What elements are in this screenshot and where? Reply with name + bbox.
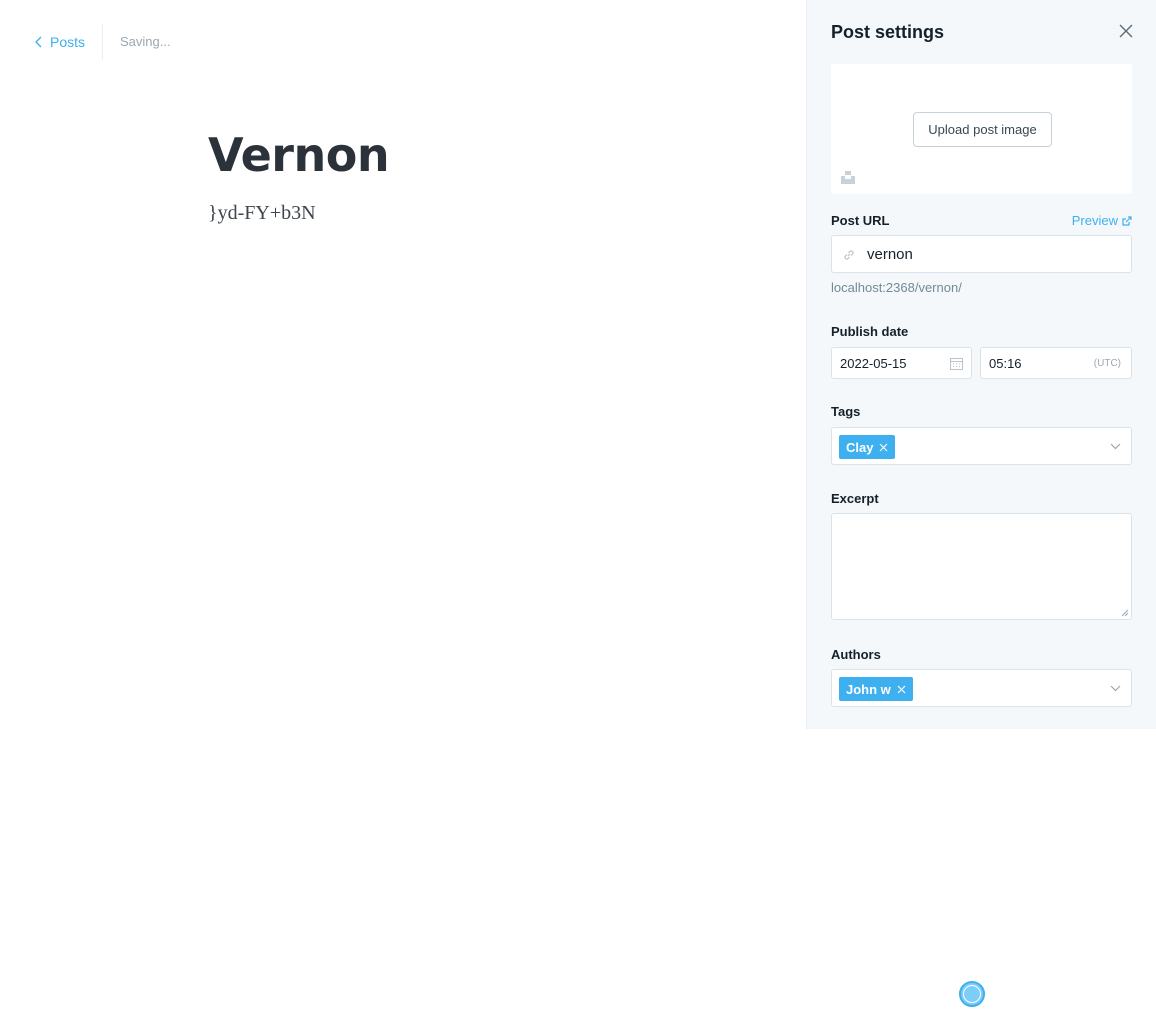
header-divider bbox=[102, 24, 103, 60]
tags-label: Tags bbox=[831, 404, 861, 419]
author-chip[interactable]: John w bbox=[839, 677, 913, 701]
publish-time-value: 05:16 bbox=[989, 356, 1022, 371]
authors-label: Authors bbox=[831, 647, 881, 662]
remove-chip-icon[interactable] bbox=[879, 443, 888, 452]
settings-title: Post settings bbox=[831, 22, 945, 42]
excerpt-label: Excerpt bbox=[831, 491, 879, 506]
back-link-label: Posts bbox=[50, 34, 86, 50]
post-url-field[interactable]: vernon bbox=[831, 235, 1132, 273]
remove-chip-icon[interactable] bbox=[897, 685, 906, 694]
publish-date-field[interactable]: 2022-05-15 bbox=[831, 347, 972, 379]
tag-chip-label: Clay bbox=[846, 439, 874, 455]
timezone-label: (UTC) bbox=[1093, 358, 1121, 369]
authors-select[interactable]: John w bbox=[831, 669, 1132, 707]
link-icon bbox=[844, 250, 854, 260]
mouse-cursor-indicator bbox=[959, 981, 985, 1007]
unsplash-icon[interactable] bbox=[841, 170, 855, 184]
publish-date-label: Publish date bbox=[831, 324, 909, 339]
editor-header: Posts Saving... bbox=[0, 0, 806, 84]
preview-label: Preview bbox=[1071, 213, 1118, 228]
save-status: Saving... bbox=[120, 34, 171, 49]
post-url-label: Post URL bbox=[831, 213, 890, 228]
calendar-icon[interactable] bbox=[950, 357, 963, 370]
tag-chip[interactable]: Clay bbox=[839, 435, 896, 459]
author-chip-label: John w bbox=[846, 681, 891, 697]
chevron-left-icon bbox=[35, 36, 42, 48]
close-icon bbox=[1119, 24, 1133, 38]
excerpt-textarea[interactable] bbox=[831, 513, 1132, 620]
resize-handle-icon[interactable] bbox=[1121, 609, 1129, 617]
preview-link[interactable]: Preview bbox=[1072, 213, 1132, 228]
post-url-hint: localhost:2368/vernon/ bbox=[831, 280, 962, 295]
tags-select[interactable]: Clay bbox=[831, 427, 1132, 465]
publish-date-value: 2022-05-15 bbox=[840, 356, 907, 371]
post-image-uploader: Upload post image bbox=[831, 64, 1132, 194]
post-body[interactable]: }yd-FY+b3N bbox=[208, 202, 316, 225]
publish-time-field[interactable]: 05:16 (UTC) bbox=[980, 347, 1132, 379]
post-settings-panel: Post settings Upload post image Post URL… bbox=[806, 0, 1156, 729]
close-settings-button[interactable] bbox=[1117, 22, 1135, 40]
chevron-down-icon[interactable] bbox=[1110, 442, 1121, 450]
upload-post-image-button[interactable]: Upload post image bbox=[913, 112, 1052, 147]
post-title[interactable]: Vernon bbox=[208, 124, 390, 186]
external-link-icon bbox=[1122, 215, 1132, 226]
post-url-value: vernon bbox=[867, 246, 913, 263]
chevron-down-icon[interactable] bbox=[1110, 684, 1121, 692]
back-to-posts-link[interactable]: Posts bbox=[34, 30, 85, 54]
